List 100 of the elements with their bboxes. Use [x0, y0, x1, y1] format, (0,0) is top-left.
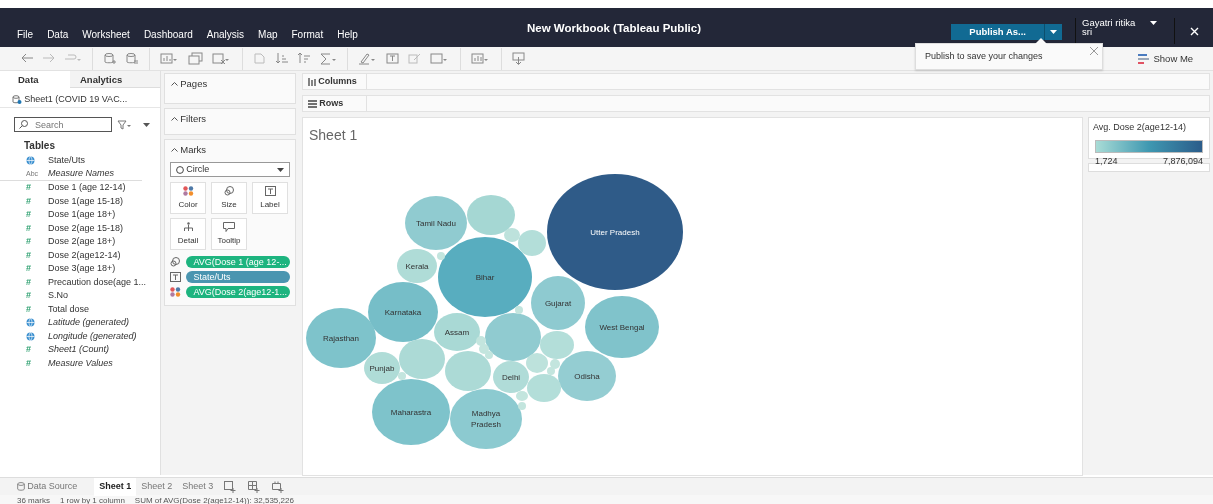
field-name[interactable]: Total dose — [48, 302, 90, 316]
pause-data-source-icon[interactable] — [125, 52, 139, 65]
bubble-label: Tamil Nadu — [416, 219, 456, 228]
marks-button[interactable]: Color — [170, 182, 206, 215]
redo-icon[interactable] — [42, 52, 56, 65]
search-icon — [19, 120, 28, 129]
user-name[interactable]: Gayatri ritika sri — [1082, 18, 1146, 44]
marks-button[interactable]: Label — [252, 182, 288, 215]
size-icon — [223, 186, 235, 197]
legend-title: Avg. Dose 2(age12-14) — [1093, 121, 1187, 134]
field-name[interactable]: Precaution dose(age 1... — [48, 275, 147, 289]
bubble-label: Bihar — [475, 273, 495, 282]
publish-menu-button[interactable] — [1044, 24, 1062, 40]
field-name[interactable]: S.No — [48, 289, 68, 303]
chart-icon — [1138, 54, 1149, 65]
new-worksheet-icon[interactable] — [224, 480, 237, 493]
pane-tab[interactable]: Analytics — [70, 71, 160, 88]
publish-button[interactable]: Publish As... — [951, 24, 1044, 40]
clear-sheet-icon[interactable] — [212, 52, 232, 65]
field-name[interactable]: Dose 1 (age 12-14) — [48, 181, 126, 195]
field-name[interactable]: Measure Values — [48, 356, 113, 370]
card-title: Filters — [180, 112, 207, 126]
caret-icon — [1150, 21, 1157, 25]
field-name[interactable]: State/Uts — [48, 154, 85, 168]
field-name[interactable]: Dose 2(age12-14) — [48, 248, 121, 262]
close-icon — [1189, 26, 1199, 36]
card-title: Pages — [180, 77, 208, 91]
legend-min: 1,724 — [1095, 154, 1118, 168]
duplicate-sheet-icon[interactable] — [188, 52, 204, 65]
format-icon[interactable] — [408, 52, 422, 65]
show-labels-icon[interactable] — [386, 52, 400, 65]
marks-button[interactable]: Size — [211, 182, 247, 215]
field-name[interactable]: Measure Names — [48, 167, 115, 181]
data-source-icon — [12, 95, 22, 104]
bubble-label: Delhi — [501, 373, 521, 382]
sheet-tab[interactable]: Sheet 3 — [177, 477, 219, 496]
label-icon — [170, 272, 181, 283]
field-name[interactable]: Dose 2(age 18+) — [48, 235, 116, 249]
new-dashboard-icon[interactable] — [248, 480, 261, 493]
show-me-button[interactable]: Show Me — [1138, 52, 1194, 67]
bubble-label: Assam — [444, 328, 470, 337]
sheet-tab[interactable]: Sheet 1 — [94, 477, 137, 496]
type-icon: # — [26, 221, 48, 235]
menu-item[interactable]: Dashboard — [143, 27, 193, 42]
bubble-label: Kerala — [405, 262, 429, 271]
sort-descending-icon[interactable] — [297, 52, 311, 65]
mark-type-dropdown[interactable]: Circle — [170, 162, 290, 178]
menu-item[interactable]: Map — [258, 27, 278, 42]
color-icon — [170, 287, 181, 298]
caret-icon — [1050, 30, 1057, 34]
globe-icon — [26, 318, 35, 328]
filter-icon[interactable] — [117, 119, 131, 130]
type-icon: # — [26, 248, 48, 262]
close-icon[interactable] — [1090, 47, 1098, 55]
status-text: SUM of AVG(Dose 2(age12-14)): 32,535,226 — [134, 495, 294, 504]
bubble-label: Madhya Pradesh — [471, 409, 501, 429]
new-data-source-icon[interactable] — [103, 52, 117, 65]
undo-icon[interactable] — [20, 52, 34, 65]
menu-item[interactable]: Format — [291, 27, 324, 42]
new-worksheet-icon[interactable] — [160, 52, 180, 65]
collapse-icon[interactable] — [171, 117, 178, 122]
new-story-icon[interactable] — [272, 480, 285, 493]
sheet-tab[interactable]: Data Source — [12, 477, 83, 496]
field-name[interactable]: Dose 1(age 18+) — [48, 208, 116, 222]
sheet-title: Sheet 1 — [308, 126, 359, 144]
field-name[interactable]: Dose 3(age 18+) — [48, 262, 116, 276]
field-name[interactable]: Longitude (generated) — [48, 329, 137, 343]
dropdown-icon[interactable] — [143, 123, 150, 127]
sheet-tab[interactable]: Sheet 2 — [136, 477, 178, 496]
type-icon: # — [26, 181, 48, 195]
collapse-icon[interactable] — [171, 82, 178, 87]
share-icon[interactable] — [512, 52, 526, 65]
menu-item[interactable]: Data — [47, 27, 69, 42]
type-icon: # — [26, 208, 48, 222]
menu-item[interactable]: Analysis — [206, 27, 245, 42]
menu-item[interactable]: Help — [337, 27, 358, 42]
field-name[interactable]: Sheet1 (Count) — [48, 343, 110, 357]
marks-button[interactable]: Detail — [170, 218, 206, 251]
detail-icon — [182, 222, 194, 233]
field-name[interactable]: Dose 1(age 15-18) — [48, 194, 124, 208]
fit-icon[interactable] — [430, 52, 450, 65]
type-icon: # — [26, 235, 48, 249]
collapse-icon[interactable] — [171, 148, 178, 153]
circle-icon — [176, 165, 184, 174]
bubble-label: Utter Pradesh — [590, 228, 640, 237]
data-source-name[interactable]: Sheet1 (COVID 19 VAC... — [24, 92, 128, 107]
search-field[interactable]: Search — [14, 117, 112, 132]
size-icon — [170, 257, 181, 268]
bubble-label: Rajasthan — [323, 334, 359, 343]
menu-item[interactable]: File — [17, 27, 34, 42]
field-name[interactable]: Latitude (generated) — [48, 316, 130, 330]
sum-icon[interactable] — [319, 52, 337, 65]
field-name[interactable]: Dose 2(age 15-18) — [48, 221, 124, 235]
marks-button[interactable]: Tooltip — [211, 218, 247, 251]
menu-item[interactable]: Worksheet — [82, 27, 130, 42]
highlight-icon[interactable] — [358, 52, 378, 65]
bubble-label: Gujarat — [544, 299, 572, 308]
legend-max: 7,876,094 — [1162, 154, 1203, 168]
bubble-label: Karnataka — [384, 308, 422, 317]
sort-ascending-icon[interactable] — [275, 52, 289, 65]
